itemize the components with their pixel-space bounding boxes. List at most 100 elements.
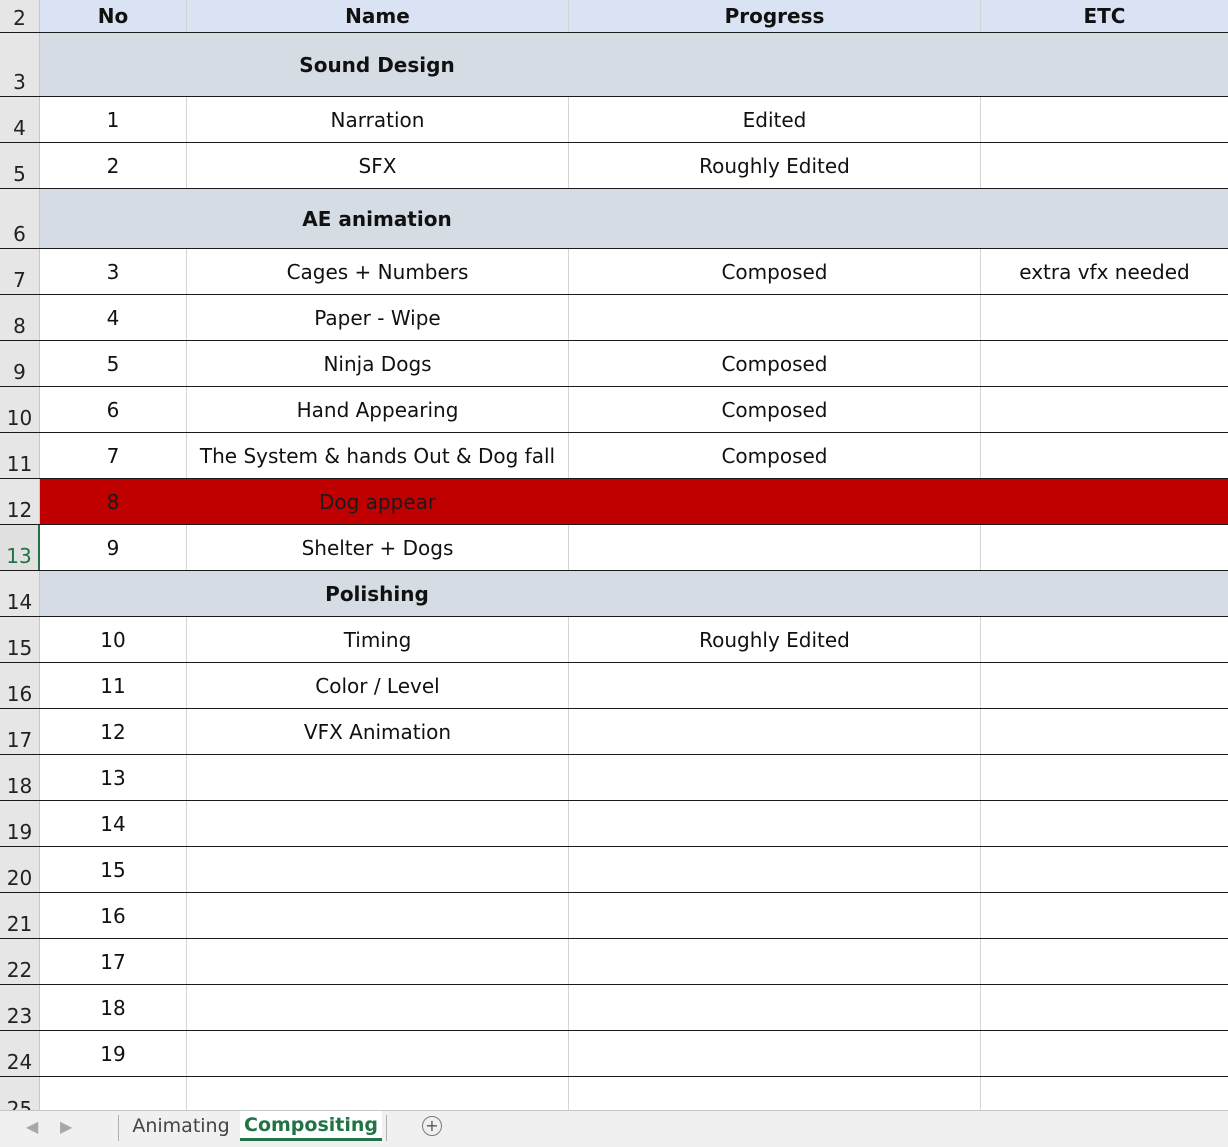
cell-progress[interactable]: Roughly Edited xyxy=(568,143,980,188)
cell-etc[interactable] xyxy=(980,387,1228,432)
row-header[interactable]: 14 xyxy=(0,571,40,616)
column-header-etc[interactable]: ETC xyxy=(980,0,1228,32)
cell-etc[interactable] xyxy=(980,341,1228,386)
cell-progress[interactable] xyxy=(568,893,980,938)
row-header[interactable]: 11 xyxy=(0,433,40,478)
cell-name[interactable] xyxy=(186,1031,568,1076)
row-header[interactable]: 13 xyxy=(0,525,40,570)
section-title[interactable]: Polishing xyxy=(186,571,568,616)
cell-progress[interactable] xyxy=(568,479,980,524)
cell-no[interactable]: 2 xyxy=(40,143,186,188)
cell-etc[interactable] xyxy=(980,663,1228,708)
cell-no[interactable]: 10 xyxy=(40,617,186,662)
cell-etc[interactable] xyxy=(980,479,1228,524)
cell-progress[interactable] xyxy=(568,295,980,340)
cell-no[interactable]: 7 xyxy=(40,433,186,478)
cell-no[interactable]: 6 xyxy=(40,387,186,432)
cell-no[interactable]: 1 xyxy=(40,97,186,142)
chevron-left-icon[interactable]: ◀ xyxy=(26,1117,38,1136)
row-header[interactable]: 3 xyxy=(0,33,40,96)
cell-etc[interactable] xyxy=(980,939,1228,984)
cell-name[interactable] xyxy=(186,939,568,984)
section-title[interactable]: AE animation xyxy=(186,189,568,248)
row-header[interactable]: 22 xyxy=(0,939,40,984)
cell-progress[interactable] xyxy=(568,525,980,570)
cell-name[interactable] xyxy=(186,847,568,892)
tab-animating[interactable]: Animating xyxy=(124,1111,238,1141)
cell-name[interactable] xyxy=(186,755,568,800)
cell-no[interactable]: 12 xyxy=(40,709,186,754)
row-header[interactable]: 15 xyxy=(0,617,40,662)
cell-etc[interactable] xyxy=(980,295,1228,340)
cell-etc[interactable]: extra vfx needed xyxy=(980,249,1228,294)
cell-no[interactable]: 15 xyxy=(40,847,186,892)
cell-no[interactable] xyxy=(40,1077,186,1110)
cell-name[interactable]: Hand Appearing xyxy=(186,387,568,432)
row-header[interactable]: 2 xyxy=(0,0,40,32)
cell-name[interactable] xyxy=(186,1077,568,1110)
cell-progress[interactable] xyxy=(568,755,980,800)
cell-name[interactable]: Shelter + Dogs xyxy=(186,525,568,570)
section-title[interactable]: Sound Design xyxy=(186,33,568,96)
cell-etc[interactable] xyxy=(980,433,1228,478)
cell-name[interactable]: Cages + Numbers xyxy=(186,249,568,294)
row-header[interactable]: 9 xyxy=(0,341,40,386)
cell-etc[interactable] xyxy=(980,709,1228,754)
cell-progress[interactable] xyxy=(568,1077,980,1110)
cell-progress[interactable]: Edited xyxy=(568,97,980,142)
cell-progress[interactable] xyxy=(568,1031,980,1076)
cell-no[interactable]: 18 xyxy=(40,985,186,1030)
cell-name[interactable]: SFX xyxy=(186,143,568,188)
cell-etc[interactable] xyxy=(980,985,1228,1030)
row-header[interactable]: 5 xyxy=(0,143,40,188)
cell-no[interactable]: 14 xyxy=(40,801,186,846)
cell-name[interactable]: Dog appear xyxy=(186,479,568,524)
cell-no[interactable]: 17 xyxy=(40,939,186,984)
cell-name[interactable]: Narration xyxy=(186,97,568,142)
cell-progress[interactable] xyxy=(568,847,980,892)
row-header[interactable]: 20 xyxy=(0,847,40,892)
row-header[interactable]: 17 xyxy=(0,709,40,754)
cell-name[interactable] xyxy=(186,893,568,938)
cell-name[interactable] xyxy=(186,985,568,1030)
cell-progress[interactable] xyxy=(568,939,980,984)
cell-progress[interactable] xyxy=(568,709,980,754)
tab-compositing[interactable]: Compositing xyxy=(240,1111,382,1141)
row-header[interactable]: 18 xyxy=(0,755,40,800)
chevron-right-icon[interactable]: ▶ xyxy=(60,1117,72,1136)
cell-etc[interactable] xyxy=(980,143,1228,188)
row-header[interactable]: 21 xyxy=(0,893,40,938)
cell-no[interactable]: 13 xyxy=(40,755,186,800)
cell-etc[interactable] xyxy=(980,617,1228,662)
cell-progress[interactable]: Composed xyxy=(568,249,980,294)
row-header[interactable]: 6 xyxy=(0,189,40,248)
row-header[interactable]: 23 xyxy=(0,985,40,1030)
cell-name[interactable]: Paper - Wipe xyxy=(186,295,568,340)
cell-etc[interactable] xyxy=(980,525,1228,570)
cell-no[interactable]: 19 xyxy=(40,1031,186,1076)
column-header-name[interactable]: Name xyxy=(186,0,568,32)
cell-name[interactable]: The System & hands Out & Dog fall xyxy=(186,433,568,478)
cell-name[interactable]: Timing xyxy=(186,617,568,662)
cell-name[interactable] xyxy=(186,801,568,846)
cell-name[interactable]: Color / Level xyxy=(186,663,568,708)
row-header[interactable]: 8 xyxy=(0,295,40,340)
row-header[interactable]: 16 xyxy=(0,663,40,708)
column-header-progress[interactable]: Progress xyxy=(568,0,980,32)
cell-etc[interactable] xyxy=(980,97,1228,142)
cell-etc[interactable] xyxy=(980,1077,1228,1110)
row-header[interactable]: 4 xyxy=(0,97,40,142)
cell-etc[interactable] xyxy=(980,893,1228,938)
row-header[interactable]: 25 xyxy=(0,1077,40,1110)
cell-no[interactable]: 3 xyxy=(40,249,186,294)
row-header[interactable]: 19 xyxy=(0,801,40,846)
column-header-no[interactable]: No xyxy=(40,0,186,32)
row-header[interactable]: 24 xyxy=(0,1031,40,1076)
cell-etc[interactable] xyxy=(980,847,1228,892)
cell-etc[interactable] xyxy=(980,1031,1228,1076)
cell-progress[interactable]: Composed xyxy=(568,341,980,386)
cell-etc[interactable] xyxy=(980,801,1228,846)
cell-progress[interactable] xyxy=(568,801,980,846)
cell-no[interactable]: 9 xyxy=(40,525,186,570)
cell-progress[interactable] xyxy=(568,985,980,1030)
